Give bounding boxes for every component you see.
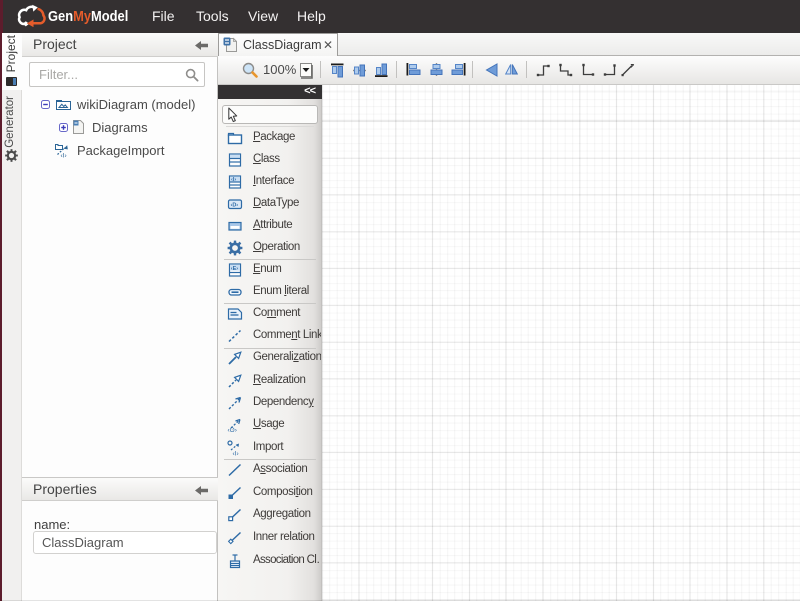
svg-text:‹I›: ‹I› <box>231 177 236 183</box>
svg-text:‹ʘ›: ‹ʘ› <box>228 427 237 433</box>
svg-text:‹I›: ‹I› <box>233 451 239 457</box>
svg-text:‹D›: ‹D› <box>231 203 239 209</box>
svg-text:‹I›: ‹I› <box>61 153 67 159</box>
svg-text:‹E›: ‹E› <box>231 266 239 272</box>
